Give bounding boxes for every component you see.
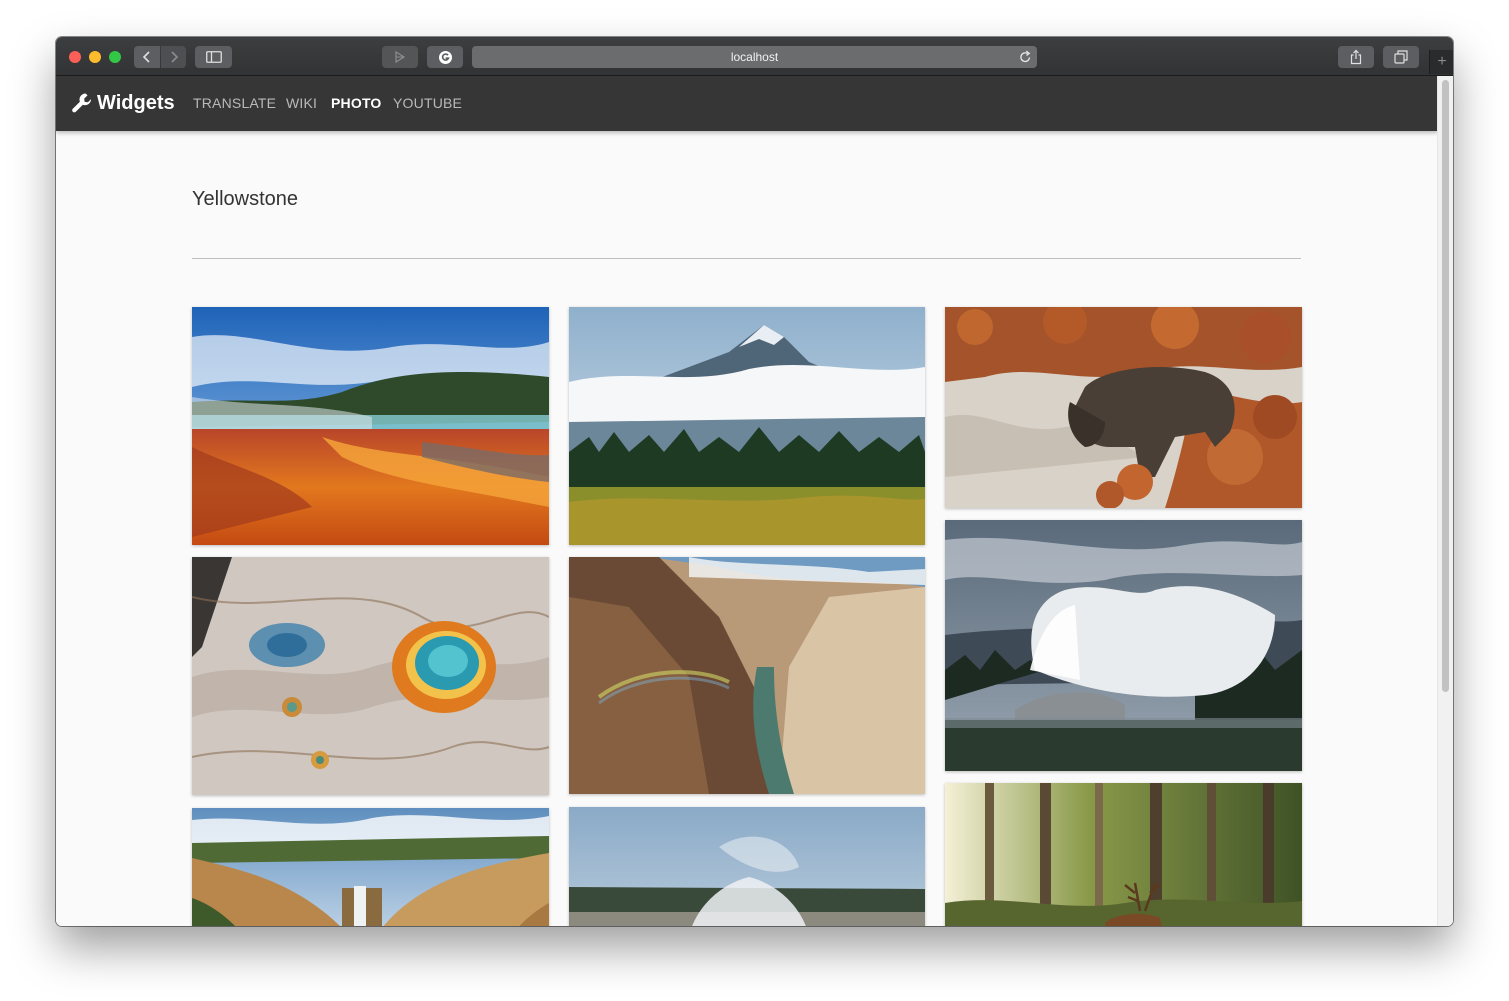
title-divider — [192, 258, 1301, 259]
brand-name: Widgets — [97, 91, 175, 114]
photo-canyon-with-rainbow[interactable] — [569, 557, 925, 794]
photo-canyon-waterfall[interactable] — [192, 808, 549, 926]
nav-youtube[interactable]: YOUTUBE — [393, 95, 462, 111]
back-button[interactable] — [134, 46, 160, 68]
minimize-window-button[interactable] — [89, 51, 101, 63]
address-text: localhost — [730, 50, 779, 64]
photo-geyser-eruption[interactable] — [945, 520, 1302, 771]
sidebar-toggle-button[interactable] — [195, 46, 232, 68]
sidebar-icon — [205, 51, 222, 63]
browser-titlebar: localhost + — [56, 37, 1453, 76]
chevron-right-icon — [170, 51, 178, 63]
photo-steaming-geyser-basin[interactable] — [569, 807, 925, 926]
scrollbar-thumb[interactable] — [1442, 80, 1449, 692]
tabs-icon — [1394, 50, 1408, 64]
app-navbar: Widgets TRANSLATE WIKI PHOTO YOUTUBE — [56, 76, 1438, 131]
grammar-extension-button[interactable] — [427, 46, 463, 68]
photo-mountain-peak-in-clouds[interactable] — [569, 307, 925, 545]
nav-translate[interactable]: TRANSLATE — [193, 95, 276, 111]
forward-button[interactable] — [161, 46, 186, 68]
address-bar[interactable]: localhost — [472, 46, 1037, 68]
extension-button[interactable] — [382, 46, 418, 68]
show-tabs-button[interactable] — [1383, 46, 1419, 68]
photo-elk-in-forest[interactable] — [945, 783, 1302, 926]
extension-icon — [395, 50, 406, 64]
photo-aerial-hot-springs[interactable] — [192, 557, 549, 795]
nav-photo[interactable]: PHOTO — [331, 95, 382, 111]
plus-icon: + — [1437, 53, 1447, 70]
nav-wiki[interactable]: WIKI — [286, 95, 317, 111]
share-icon — [1350, 49, 1362, 65]
page-viewport: Widgets TRANSLATE WIKI PHOTO YOUTUBE Yel… — [56, 76, 1453, 926]
wrench-icon — [72, 93, 92, 113]
share-button[interactable] — [1338, 46, 1374, 68]
scrollbar[interactable] — [1437, 76, 1453, 926]
zoom-window-button[interactable] — [109, 51, 121, 63]
grammar-extension-icon — [438, 50, 452, 64]
photo-bison-in-autumn-brush[interactable] — [945, 307, 1302, 508]
photo-grand-prismatic-spring[interactable] — [192, 307, 549, 545]
new-tab-button[interactable]: + — [1429, 50, 1453, 74]
brand-link[interactable]: Widgets — [71, 90, 175, 116]
chevron-left-icon — [142, 51, 150, 63]
reload-icon[interactable] — [1019, 50, 1032, 64]
page-title: Yellowstone — [192, 188, 299, 210]
browser-window: localhost + Widgets TRANSLATE WIKI PHOTO… — [56, 37, 1453, 926]
close-window-button[interactable] — [69, 51, 81, 63]
